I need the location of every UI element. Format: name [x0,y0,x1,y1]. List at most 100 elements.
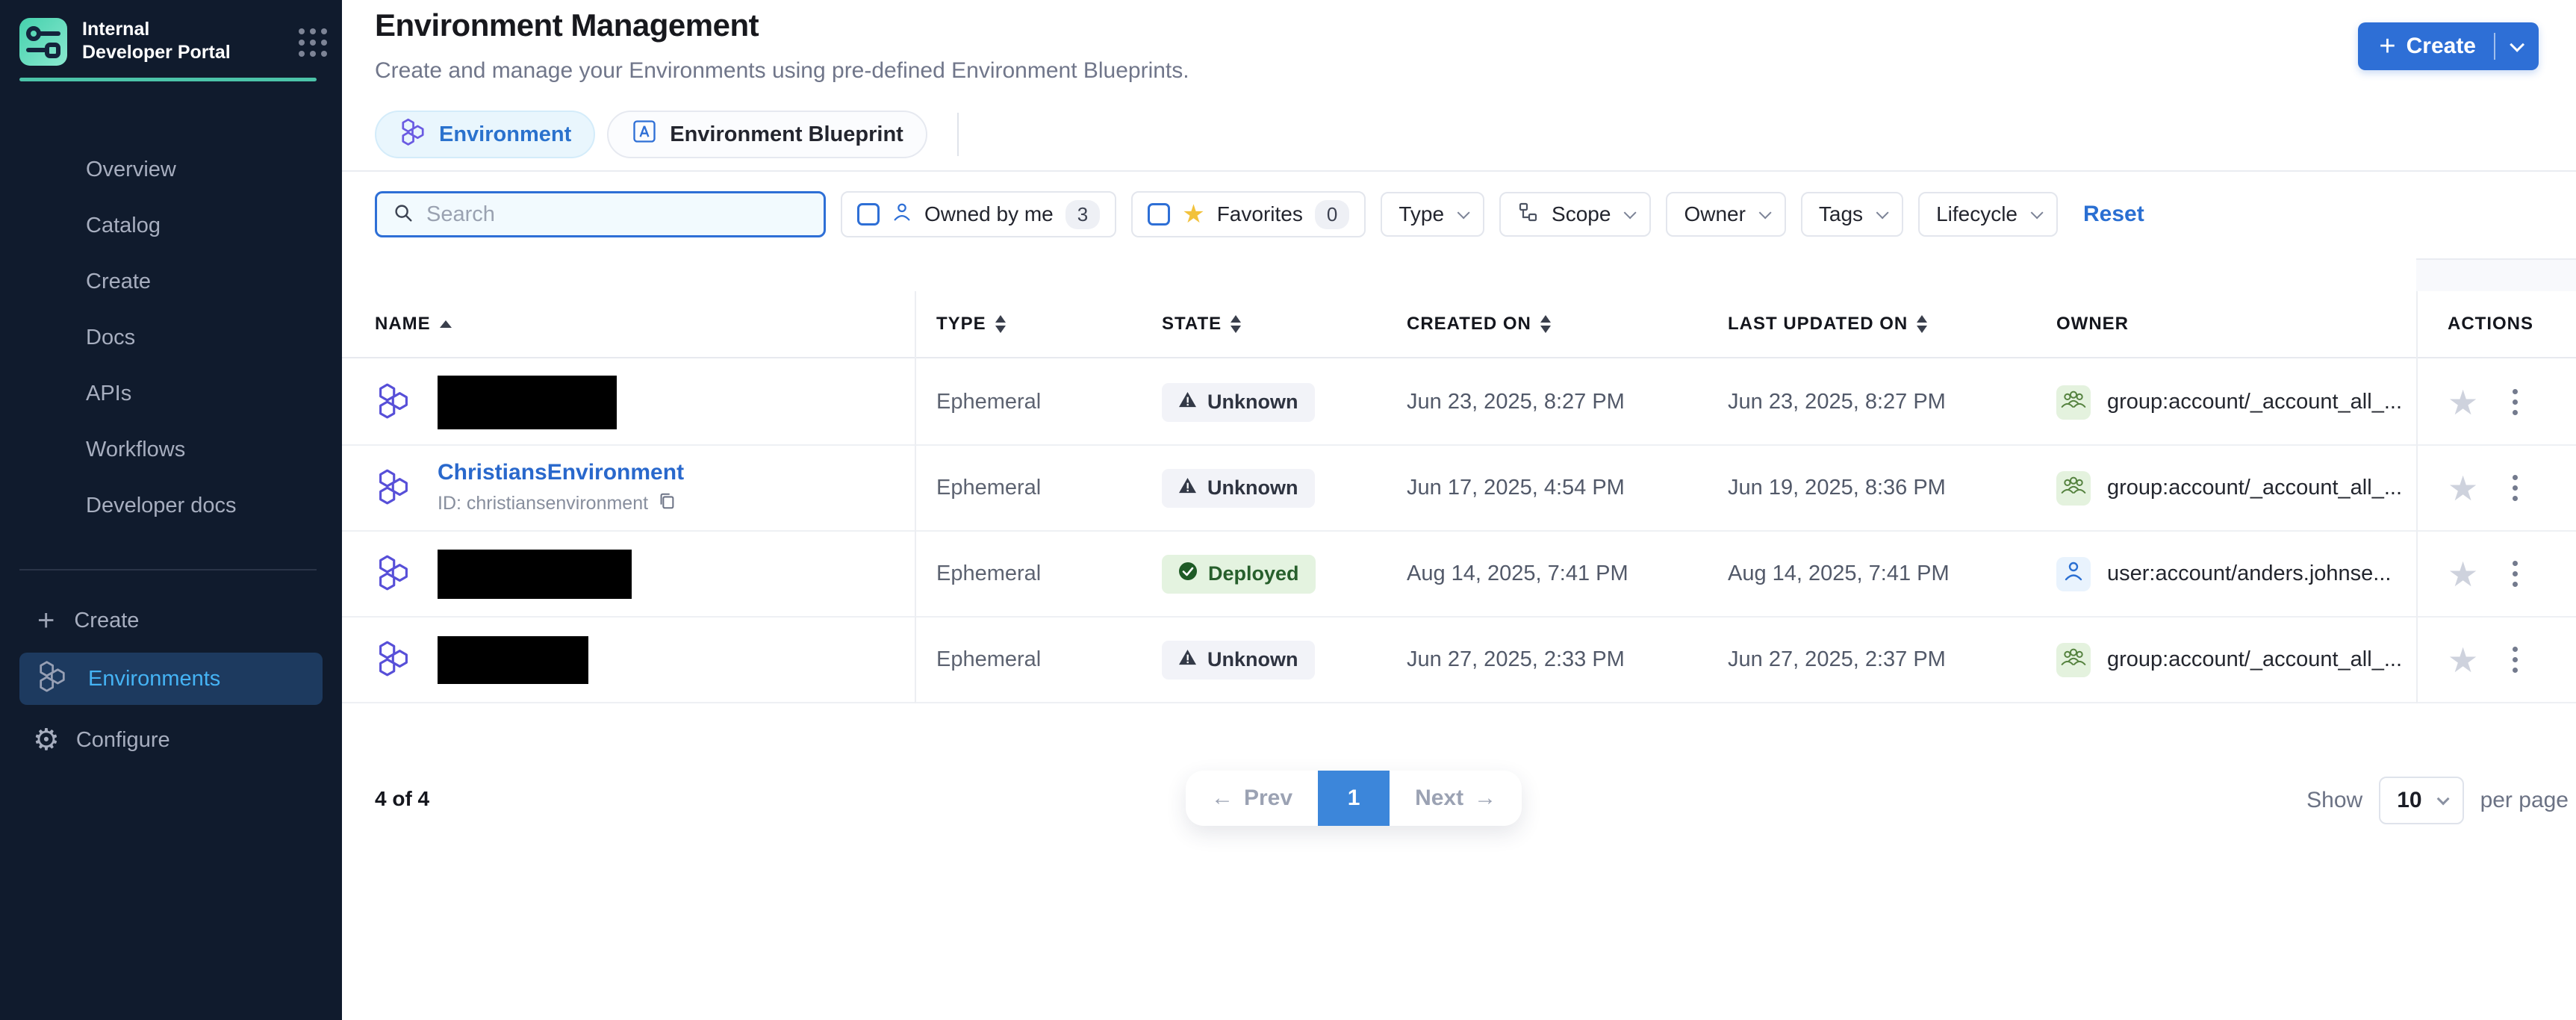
filter-bar: Owned by me 3 ★ Favorites 0 Type Scope Own… [375,191,2144,237]
row-menu-button[interactable] [2508,470,2522,506]
hierarchy-icon [1517,202,1538,228]
owned-by-me-checkbox[interactable] [857,203,880,226]
owned-by-me-filter[interactable]: Owned by me 3 [841,191,1116,237]
prev-page-button[interactable]: ← Prev [1186,771,1318,826]
dropdown-label: Lifecycle [1936,202,2017,226]
type-filter-dropdown[interactable]: Type [1381,192,1484,237]
table-row[interactable]: Ephemeral Unknown J [342,360,2576,446]
dropdown-label: Owner [1684,202,1745,226]
column-header-last-updated-on[interactable]: LAST UPDATED ON [1717,314,2038,335]
sidebar-item-configure[interactable]: ⚙ Configure [0,714,342,766]
main-content: Environment Management Create and manage… [342,0,2576,1020]
column-header-name[interactable]: NAME [342,314,915,335]
status-text: Deployed [1208,562,1299,585]
sidebar-item-apis[interactable]: APIs [0,366,342,422]
column-header-created-on[interactable]: CREATED ON [1396,314,1717,335]
copy-icon[interactable] [657,491,676,516]
arrow-right-icon: → [1474,786,1496,811]
star-icon: ★ [1182,202,1204,227]
environments-hexagon-icon [36,659,69,698]
person-icon [892,202,912,228]
created-on-value: Jun 27, 2025, 2:33 PM [1396,647,1717,672]
row-menu-button[interactable] [2508,385,2522,420]
page-subtitle: Create and manage your Environments usin… [375,58,1189,84]
sidebar-header: Internal Developer Portal [0,0,342,66]
environment-hexagon-icon [375,382,412,423]
redacted-name [438,636,588,684]
status-badge: Deployed [1162,555,1316,594]
favorite-star-button[interactable]: ★ [2448,643,2478,677]
reset-filters-link[interactable]: Reset [2083,202,2144,227]
favorites-checkbox[interactable] [1148,203,1170,226]
row-menu-button[interactable] [2508,556,2522,591]
sidebar-item-workflows[interactable]: Workflows [0,422,342,478]
page-1-button[interactable]: 1 [1318,771,1390,826]
favorite-star-button[interactable]: ★ [2448,557,2478,591]
chevron-down-icon [2031,206,2044,219]
column-label: OWNER [2056,314,2129,335]
scope-filter-dropdown[interactable]: Scope [1499,192,1651,237]
column-header-state[interactable]: STATE [1150,314,1396,335]
column-header-type[interactable]: TYPE [915,314,1150,335]
environment-name-link[interactable]: ChristiansEnvironment [438,460,684,485]
table-body: Ephemeral Unknown J [342,360,2576,703]
last-updated-value: Jun 27, 2025, 2:37 PM [1717,647,2038,672]
apps-grid-icon[interactable] [299,28,327,57]
tags-filter-dropdown[interactable]: Tags [1801,192,1903,237]
column-divider [915,291,916,703]
search-input[interactable] [426,202,809,227]
sort-icon [1917,315,1927,333]
table-row[interactable]: Ephemeral Unknown J [342,618,2576,703]
table-row[interactable]: Ephemeral Deployed [342,532,2576,618]
sidebar-item-developer-docs[interactable]: Developer docs [0,478,342,534]
search-icon [392,202,414,228]
sidebar-item-docs[interactable]: Docs [0,310,342,366]
chevron-down-icon [1624,206,1637,219]
arrow-left-icon: ← [1211,786,1233,811]
sidebar-item-environments[interactable]: Environments [19,653,323,705]
owner-icon [2056,643,2091,677]
column-header-owner: OWNER [2038,314,2416,335]
sidebar-item-catalog[interactable]: Catalog [0,198,342,254]
warning-icon [1178,648,1197,671]
entity-tabs: Environment Environment Blueprint [375,111,959,158]
status-badge: Unknown [1162,641,1315,680]
created-on-value: Aug 14, 2025, 7:41 PM [1396,562,1717,586]
button-divider [2494,33,2495,60]
pagination: ← Prev 1 Next → [1186,771,1522,826]
chevron-down-icon[interactable] [2510,37,2524,52]
sidebar-item-create[interactable]: + Create [0,594,342,647]
row-menu-button[interactable] [2508,642,2522,677]
environment-hexagon-icon [375,467,412,509]
sort-icon [1540,315,1551,333]
table-row[interactable]: ChristiansEnvironment ID: christiansenvi… [342,446,2576,532]
column-label: NAME [375,314,431,335]
owned-by-me-count: 3 [1065,200,1100,229]
column-label: TYPE [936,314,986,335]
next-page-button[interactable]: Next → [1390,771,1522,826]
create-button[interactable]: + Create [2358,22,2539,70]
chevron-down-icon [1876,206,1889,219]
sidebar-accent-divider [19,78,317,81]
favorite-star-button[interactable]: ★ [2448,385,2478,420]
tab-environment[interactable]: Environment [375,111,595,158]
sidebar-item-create[interactable]: Create [0,254,342,310]
per-page-select[interactable]: 10 [2379,777,2463,824]
owner-value: group:account/_account_all_... [2107,647,2402,672]
last-updated-value: Jun 23, 2025, 8:27 PM [1717,390,2038,414]
column-label: LAST UPDATED ON [1728,314,1908,335]
last-updated-value: Jun 19, 2025, 8:36 PM [1717,476,2038,500]
column-header-actions: ACTIONS [2416,314,2576,335]
owner-filter-dropdown[interactable]: Owner [1666,192,1785,237]
favorite-star-button[interactable]: ★ [2448,471,2478,506]
sidebar-item-overview[interactable]: Overview [0,142,342,198]
actions-column-corner [2416,258,2576,291]
lifecycle-filter-dropdown[interactable]: Lifecycle [1918,192,2058,237]
tab-environment-blueprint[interactable]: Environment Blueprint [607,111,927,158]
favorites-count: 0 [1315,200,1349,229]
plus-icon: + [37,606,55,635]
search-box[interactable] [375,191,826,237]
favorites-filter[interactable]: ★ Favorites 0 [1131,191,1366,237]
tabs-divider [957,113,959,156]
per-page-control: Show 10 per page [2306,777,2569,824]
